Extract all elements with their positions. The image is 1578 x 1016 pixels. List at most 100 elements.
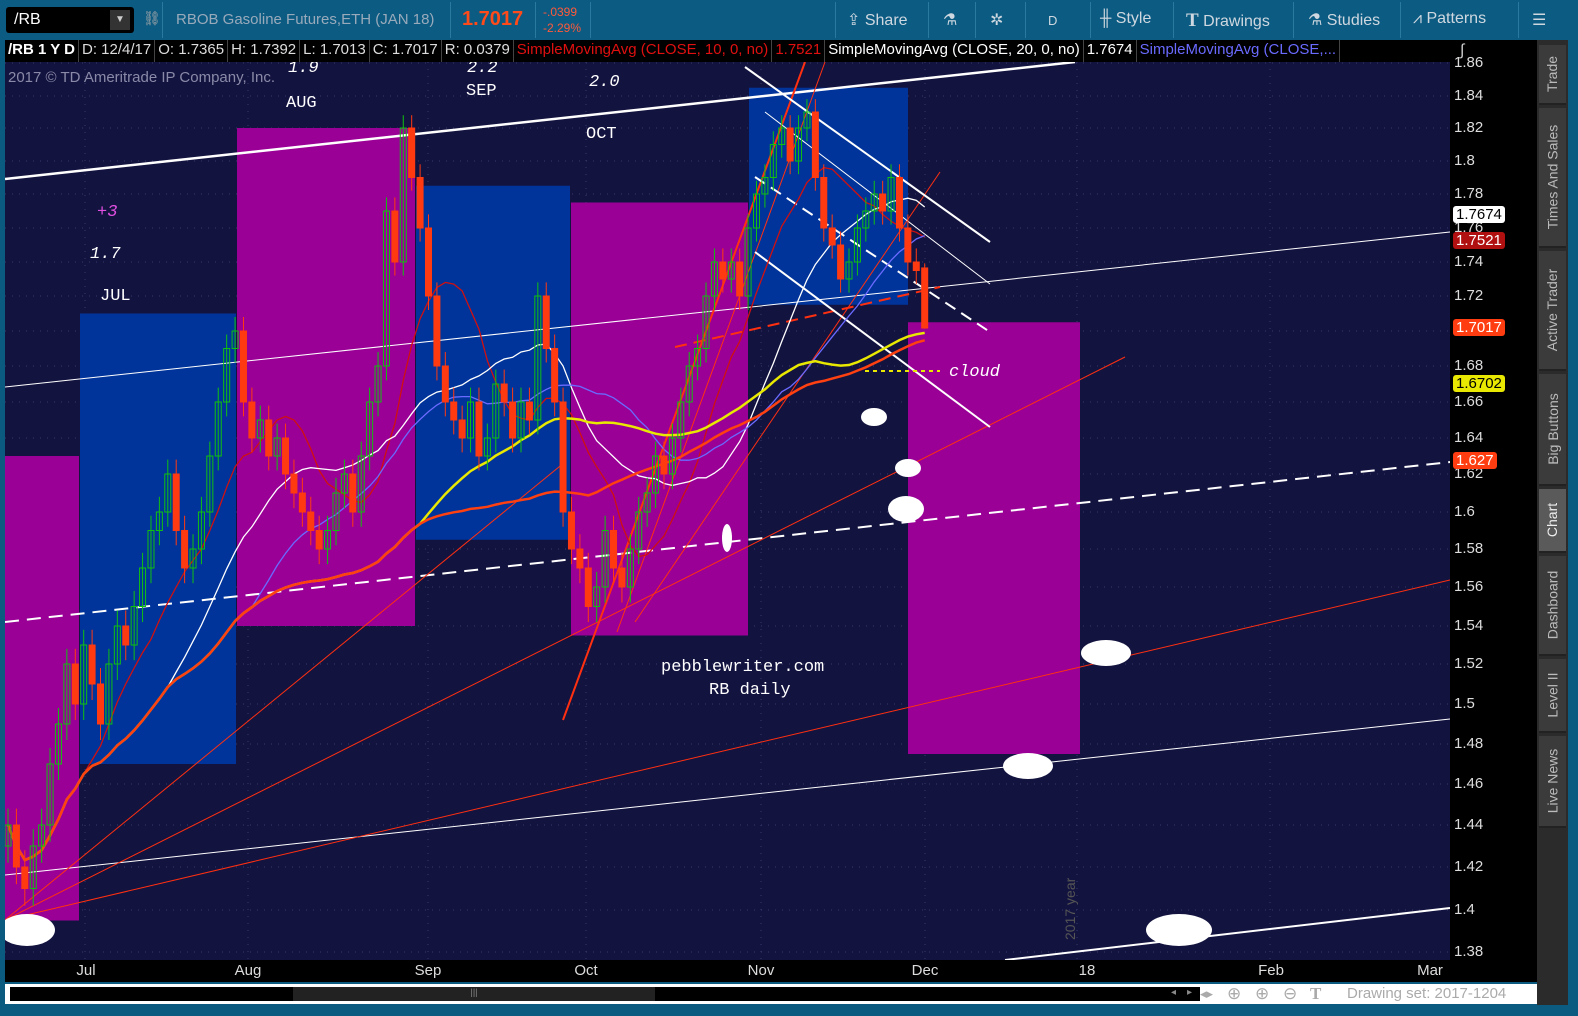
sidebar-tab-active-trader[interactable]: Active Trader — [1539, 251, 1566, 371]
candle — [828, 227, 836, 246]
ellipse-marker[interactable] — [1003, 753, 1053, 779]
ellipse-marker[interactable] — [895, 459, 921, 477]
label-2-2: 2.2 — [467, 62, 498, 78]
chart-scrollbar[interactable]: ||| ◂ ▸ ◂▸ ⊕ ⊕ ⊖ T Drawing set: 2017-120… — [5, 984, 1537, 1004]
sidebar-tab-level-ii[interactable]: Level II — [1539, 659, 1566, 733]
candle — [811, 111, 819, 178]
timeframe-button[interactable]: D — [1048, 13, 1057, 28]
menu-list-icon[interactable]: ☰ — [1532, 10, 1546, 30]
study-more[interactable]: SimpleMovingAvg (CLOSE,... — [1137, 40, 1341, 62]
info-open: O: 1.7365 — [155, 40, 229, 62]
candle — [525, 401, 533, 421]
price-tick: 1.5 — [1454, 695, 1475, 712]
candle — [71, 663, 79, 705]
price-change: -.0399 -2.29% — [543, 5, 582, 35]
text-tool-icon[interactable]: T — [1310, 984, 1321, 1004]
flask-icon: ⚗ — [1308, 12, 1323, 29]
candle — [425, 227, 432, 297]
price-tick: 1.82 — [1454, 119, 1484, 136]
sidebar-tab-trade[interactable]: Trade — [1539, 45, 1566, 105]
label-sep: SEP — [466, 82, 497, 101]
candle — [786, 127, 794, 162]
candle — [416, 177, 424, 229]
chevron-down-icon[interactable]: ▼ — [110, 10, 130, 30]
sidebar-tab-live-news[interactable]: Live News — [1539, 736, 1566, 828]
scroll-left-icon[interactable]: ◂ — [1171, 987, 1176, 998]
sidebar-tab-chart[interactable]: Chart — [1539, 489, 1566, 553]
patterns-button[interactable]: ⩘ Patterns — [1413, 10, 1486, 28]
candle-icon: ╫ — [1100, 10, 1112, 27]
flask-icon[interactable]: ⚗ — [943, 10, 957, 30]
candle — [391, 210, 399, 263]
drawing-set-label[interactable]: Drawing set: 2017-1204 — [1347, 985, 1506, 1002]
price-tick: 1.68 — [1454, 357, 1484, 374]
candle — [509, 401, 517, 439]
price-badge: 1.6702 — [1453, 374, 1505, 392]
link-icon[interactable]: ⛓ — [143, 10, 161, 27]
scroll-track[interactable]: ||| ◂ ▸ — [10, 987, 1200, 1001]
price-axis[interactable]: ∫ 1.861.841.821.81.781.761.741.721.71.68… — [1450, 40, 1537, 982]
expand-icon[interactable]: ◂▸ — [1200, 986, 1213, 1002]
time-tick: Sep — [414, 962, 442, 979]
candle — [248, 401, 256, 439]
chart-info-bar: /RB 1 Y D D: 12/4/17 O: 1.7365 H: 1.7392… — [5, 40, 1450, 62]
scroll-right-icon[interactable]: ▸ — [1187, 987, 1192, 998]
label-plus3: +3 — [97, 203, 117, 222]
time-axis[interactable]: Jul Aug Sep Oct Nov Dec 18 Feb Mar — [5, 960, 1450, 982]
price-tick: 1.4 — [1454, 901, 1475, 918]
price-chart[interactable]: 2017 © TD Ameritrade IP Company, Inc. +3… — [5, 62, 1450, 960]
candle — [542, 295, 550, 349]
candle — [315, 530, 323, 550]
candle — [282, 437, 290, 475]
watermark-subtitle: RB daily — [709, 681, 791, 700]
zoom-out-icon[interactable]: ⊖ — [1283, 984, 1297, 1004]
scroll-thumb[interactable]: ||| — [293, 987, 655, 1001]
copyright: 2017 © TD Ameritrade IP Company, Inc. — [8, 69, 275, 86]
price-tick: 1.54 — [1454, 617, 1484, 634]
study-sma20[interactable]: SimpleMovingAvg (CLOSE, 20, 0, no) — [825, 40, 1084, 62]
ellipse-marker[interactable] — [888, 496, 924, 522]
crosshair-icon[interactable]: ⊕ — [1227, 984, 1241, 1004]
ellipse-marker[interactable] — [1081, 640, 1131, 666]
price-tick: 1.58 — [1454, 540, 1484, 557]
time-tick: Oct — [574, 962, 598, 979]
label-1-9: 1.9 — [288, 62, 319, 78]
candle — [584, 567, 592, 607]
study-sma10[interactable]: SimpleMovingAvg (CLOSE, 10, 0, no) — [514, 40, 773, 62]
price-tick: 1.74 — [1454, 253, 1484, 270]
candle — [500, 383, 508, 403]
candle — [239, 330, 247, 403]
price-tick: 1.56 — [1454, 578, 1484, 595]
candle — [450, 401, 458, 421]
candle — [458, 419, 466, 439]
price-tick: 1.72 — [1454, 287, 1484, 304]
month-range-box-dec[interactable] — [908, 322, 1080, 754]
ellipse-marker[interactable] — [1146, 914, 1212, 946]
price-tick: 1.52 — [1454, 655, 1484, 672]
candle — [567, 511, 575, 550]
candle — [408, 127, 416, 178]
ellipse-marker[interactable] — [722, 524, 732, 552]
label-cloud: cloud — [949, 363, 1001, 382]
share-button[interactable]: ⇪ Share — [847, 10, 908, 30]
time-tick: 18 — [1078, 962, 1096, 979]
time-tick: Mar — [1417, 962, 1443, 979]
symbol-input[interactable]: /RB ▼ — [6, 7, 134, 33]
drawings-button[interactable]: T Drawings — [1186, 10, 1270, 32]
price-tick: 1.38 — [1454, 943, 1484, 960]
info-close: C: 1.7017 — [370, 40, 442, 62]
gear-icon[interactable]: ✲ — [990, 10, 1003, 30]
studies-button[interactable]: ⚗ Studies — [1308, 10, 1380, 30]
study-sma10-value: 1.7521 — [772, 40, 826, 62]
time-tick: Aug — [234, 962, 262, 979]
candle — [912, 261, 920, 271]
sidebar-tab-big-buttons[interactable]: Big Buttons — [1539, 374, 1566, 486]
candle — [12, 824, 20, 868]
sidebar-tab-dashboard[interactable]: Dashboard — [1539, 556, 1566, 656]
candle — [172, 473, 180, 531]
ellipse-marker[interactable] — [861, 408, 887, 426]
zoom-in-icon[interactable]: ⊕ — [1255, 984, 1269, 1004]
top-toolbar: /RB ▼ ⛓ RBOB Gasoline Futures,ETH (JAN 18… — [0, 0, 1578, 40]
style-button[interactable]: ╫ Style — [1100, 10, 1151, 28]
sidebar-tab-times-and-sales[interactable]: Times And Sales — [1539, 108, 1566, 248]
